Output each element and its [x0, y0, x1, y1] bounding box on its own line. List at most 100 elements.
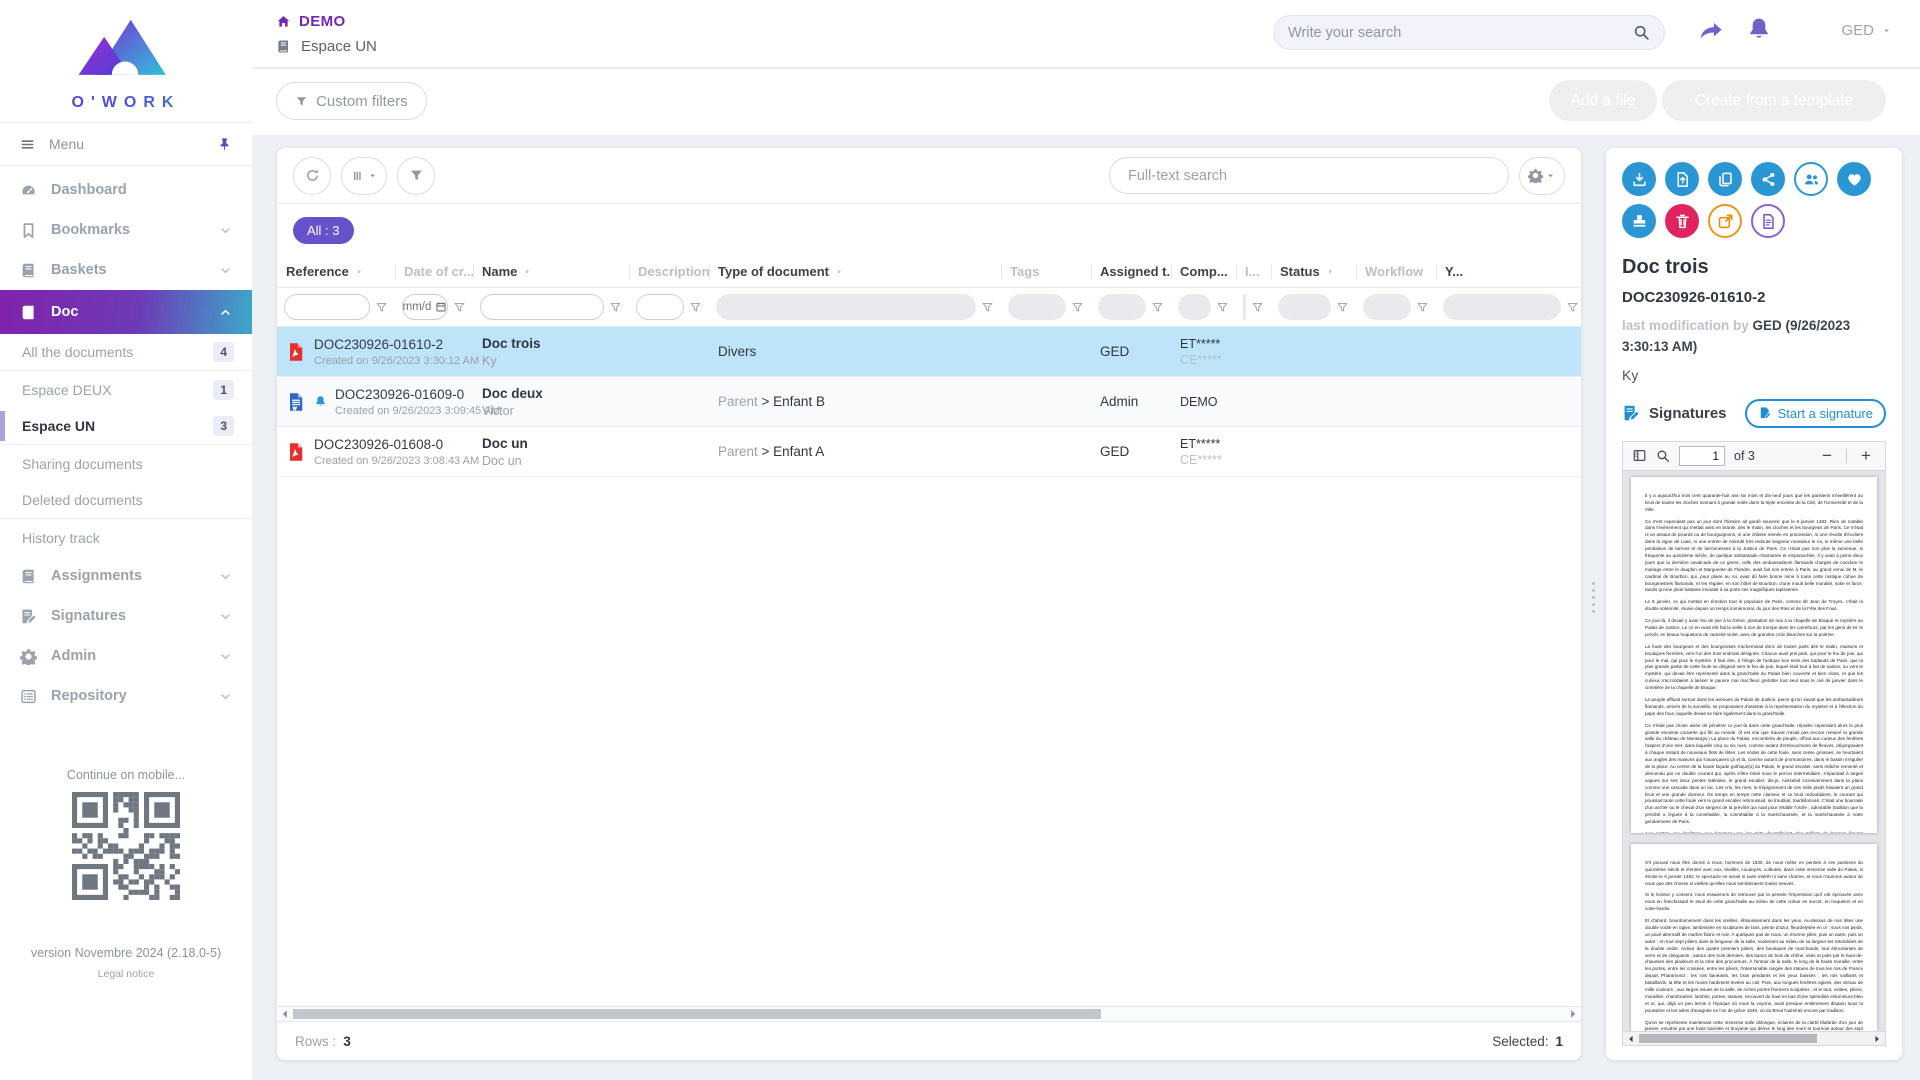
sidebar-item-deleted-documents[interactable]: Deleted documents [0, 482, 252, 519]
funnel-outline-icon[interactable] [1336, 301, 1349, 314]
sidebar-item-repository[interactable]: Repository [0, 676, 252, 716]
sidebar-item-baskets[interactable]: Baskets [0, 250, 252, 290]
sidebar-item-espace-deux[interactable]: Espace DEUX1 [0, 371, 252, 408]
sidebar-item-signatures[interactable]: Signatures [0, 596, 252, 636]
share-icon[interactable] [1698, 18, 1724, 44]
sidebar-item-admin[interactable]: Admin [0, 636, 252, 676]
sidebar-item-bookmarks[interactable]: Bookmarks [0, 210, 252, 250]
funnel-outline-icon[interactable] [375, 301, 388, 314]
column-header-comp[interactable]: Comp... [1171, 264, 1236, 279]
funnel-outline-icon[interactable] [981, 301, 994, 314]
funnel-outline-icon[interactable] [1071, 301, 1084, 314]
filter-disabled-type-of-document [716, 294, 976, 320]
table-row[interactable]: DOC230926-01610-2Created on 9/26/2023 3:… [277, 327, 1581, 377]
start-signature-button[interactable]: Start a signature [1745, 399, 1886, 428]
all-count-chip[interactable]: All : 3 [293, 217, 354, 244]
trash-button[interactable] [1665, 204, 1699, 238]
filter-cell-workflow [1356, 294, 1436, 320]
global-search-input[interactable] [1288, 25, 1633, 41]
column-header-description[interactable]: Description [629, 264, 709, 279]
user-menu[interactable]: GED [1841, 22, 1892, 39]
scroll-right-icon[interactable] [1872, 1034, 1882, 1044]
funnel-outline-icon[interactable] [689, 301, 702, 314]
rows-count: 3 [343, 1034, 351, 1049]
filter-input-reference[interactable] [284, 294, 370, 320]
share-nodes-button[interactable] [1751, 162, 1785, 196]
filter-input-name[interactable] [480, 294, 604, 320]
sidebar-toggle-icon[interactable] [1632, 448, 1647, 463]
funnel-outline-icon[interactable] [1416, 301, 1429, 314]
column-header-name[interactable]: Name [473, 264, 629, 279]
table-row[interactable]: DOC230926-01609-0Created on 9/26/2023 3:… [277, 377, 1581, 427]
column-header-reference[interactable]: Reference [277, 264, 395, 279]
table-row[interactable]: DOC230926-01608-0Created on 9/26/2023 3:… [277, 427, 1581, 477]
search-icon[interactable] [1633, 24, 1650, 41]
column-header-y[interactable]: Y... [1436, 264, 1581, 279]
funnel-outline-icon[interactable] [1151, 301, 1164, 314]
heart-button[interactable] [1837, 162, 1871, 196]
funnel-icon [409, 168, 424, 183]
users-button[interactable] [1794, 162, 1828, 196]
filter-date-date-of-cr[interactable]: mm/d [402, 294, 448, 320]
fulltext-search-input[interactable] [1109, 157, 1509, 194]
pdf-scrollbar-thumb[interactable] [1639, 1034, 1817, 1043]
breadcrumb-workspace[interactable]: DEMO [276, 13, 346, 30]
column-header-assigned-t[interactable]: Assigned t... [1091, 264, 1171, 279]
column-header-type-of-document[interactable]: Type of document [709, 264, 1001, 279]
column-header-status[interactable]: Status [1271, 264, 1356, 279]
copy-button[interactable] [1708, 162, 1742, 196]
search-icon[interactable] [1656, 449, 1670, 463]
table-toolbar [277, 148, 1581, 204]
sidebar-item-all-the-documents[interactable]: All the documents4 [0, 334, 252, 371]
pdf-horizontal-scrollbar[interactable] [1623, 1031, 1885, 1045]
filter-button[interactable] [397, 157, 435, 195]
sidebar-item-assignments[interactable]: Assignments [0, 556, 252, 596]
sidebar-item-history-track[interactable]: History track [0, 519, 252, 556]
sidebar-item-dashboard[interactable]: Dashboard [0, 170, 252, 210]
filter-input-description[interactable] [636, 294, 684, 320]
sidebar-item-doc[interactable]: Doc [0, 290, 252, 334]
column-header-workflow[interactable]: Workflow [1356, 264, 1436, 279]
menu-icon[interactable] [20, 137, 35, 152]
funnel-outline-icon[interactable] [1216, 301, 1229, 314]
funnel-outline-icon[interactable] [609, 301, 622, 314]
selected-label: Selected: [1492, 1034, 1548, 1049]
scrollbar-thumb[interactable] [293, 1009, 1101, 1019]
column-header-i[interactable]: I... [1236, 264, 1271, 279]
reference-cell: DOC230926-01610-2Created on 9/26/2023 3:… [277, 337, 395, 367]
signatures-section-header: Signatures Start a signature [1622, 399, 1886, 428]
refresh-button[interactable] [293, 157, 331, 195]
bell-icon[interactable] [1746, 16, 1772, 42]
page-number-input[interactable] [1679, 446, 1725, 466]
download-button[interactable] [1622, 162, 1656, 196]
breadcrumb-space[interactable]: Espace UN [276, 38, 377, 55]
horizontal-scrollbar[interactable] [277, 1006, 1581, 1022]
scroll-right-icon[interactable] [1567, 1008, 1579, 1020]
sidebar-item-sharing-documents[interactable]: Sharing documents [0, 445, 252, 482]
column-header-tags[interactable]: Tags [1001, 264, 1091, 279]
legal-notice-link[interactable]: Legal notice [98, 968, 155, 980]
funnel-outline-icon[interactable] [1566, 301, 1579, 314]
external-link-button[interactable] [1708, 204, 1742, 238]
funnel-outline-icon[interactable] [453, 301, 466, 314]
add-file-button[interactable]: Add a file [1549, 80, 1657, 121]
create-from-template-button[interactable]: Create from a template [1662, 80, 1886, 121]
scroll-left-icon[interactable] [1626, 1034, 1636, 1044]
menu-header[interactable]: Menu [0, 122, 252, 166]
columns-button[interactable] [341, 157, 387, 195]
zoom-out-button[interactable]: − [1817, 447, 1837, 464]
table-settings-button[interactable] [1519, 157, 1565, 195]
pin-icon[interactable] [217, 137, 232, 152]
custom-filters-button[interactable]: Custom filters [276, 82, 427, 120]
funnel-outline-icon[interactable] [1251, 301, 1264, 314]
document-button[interactable] [1751, 204, 1785, 238]
scroll-left-icon[interactable] [279, 1008, 291, 1020]
stamp-button[interactable] [1622, 204, 1656, 238]
column-header-date-of-cr[interactable]: Date of cr... [395, 264, 473, 279]
zoom-in-button[interactable]: + [1856, 447, 1876, 464]
panel-resize-handle[interactable] [1590, 582, 1596, 613]
file-import-button[interactable] [1665, 162, 1699, 196]
pdf-pages[interactable]: Il y a aujourd'hui trois cent quarante-h… [1623, 471, 1885, 1031]
sidebar-item-espace-un[interactable]: Espace UN3 [0, 408, 252, 445]
filter-disabled-tags [1008, 294, 1066, 320]
